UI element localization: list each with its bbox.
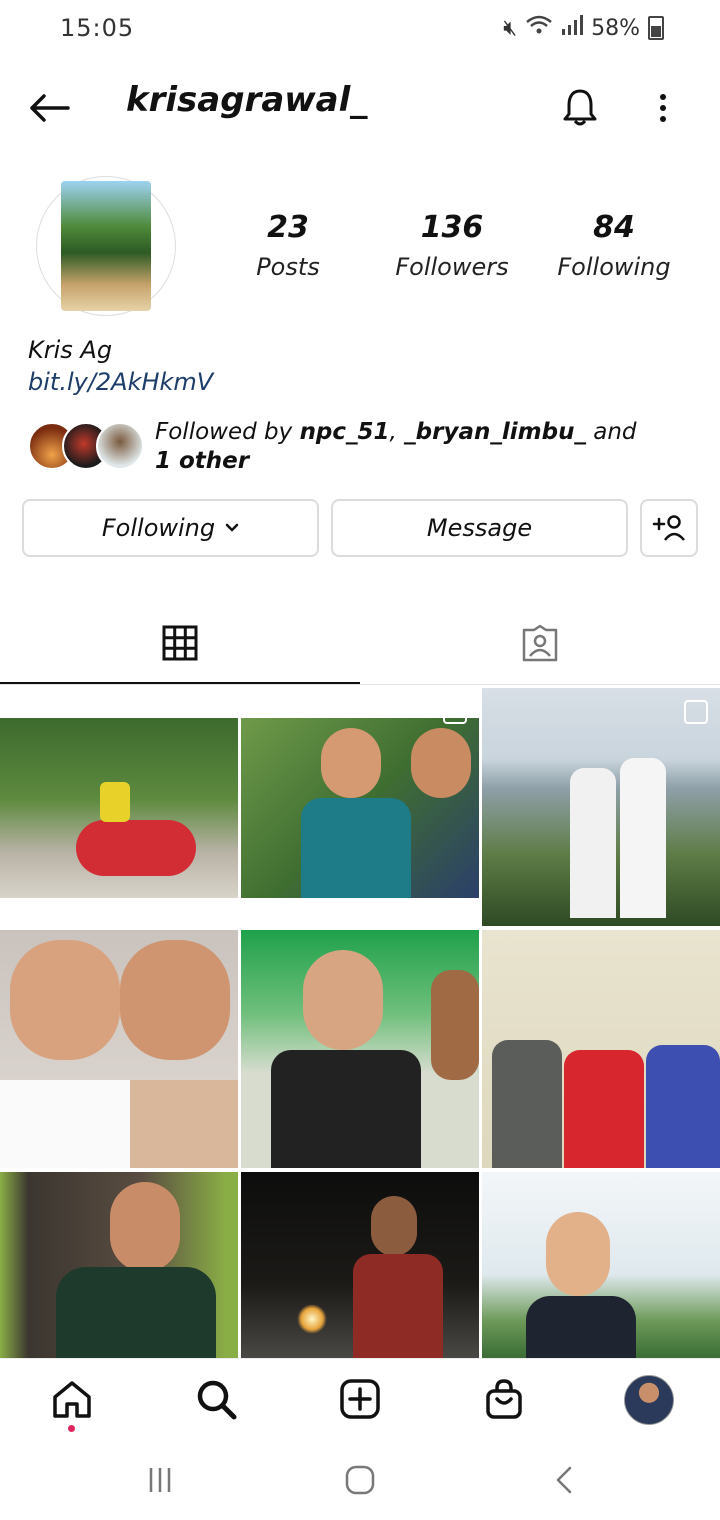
shirt-shape [271, 1050, 421, 1168]
signal-icon [561, 15, 584, 41]
post-thumbnail[interactable] [482, 1172, 720, 1358]
message-label: Message [426, 514, 533, 542]
multiple-photos-icon [443, 700, 467, 724]
followed-by-text[interactable]: Followed by npc_51, _bryan_limbu_ and 1 … [155, 418, 655, 476]
tagged-tab[interactable] [510, 618, 570, 668]
face-shape [431, 970, 479, 1080]
stat-following[interactable]: 84 Following [544, 210, 684, 281]
sweater-shape [56, 1267, 216, 1358]
notification-dot [68, 1425, 75, 1432]
stat-value: 84 [593, 210, 635, 245]
stat-label: Following [557, 253, 671, 281]
avatar-photo [61, 181, 151, 311]
follower-username: _bryan_limbu_ [404, 419, 586, 445]
profile-username: krisagrawal_ [126, 80, 368, 120]
following-label: Following [101, 514, 216, 542]
battery-label: 58% [591, 15, 640, 41]
person-shape [570, 768, 616, 918]
followed-by-suffix: and [585, 419, 637, 445]
tagged-icon [520, 624, 560, 662]
more-vertical-icon[interactable] [648, 88, 678, 128]
face-shape [411, 728, 471, 798]
recent-apps-icon[interactable] [140, 1462, 180, 1498]
face-shape [303, 950, 383, 1050]
mute-icon: 🔇︎ [503, 15, 518, 41]
shirt-shape [492, 1040, 562, 1168]
status-icons: 🔇︎ 58% [503, 14, 664, 42]
shop-icon[interactable] [480, 1375, 528, 1423]
suggest-users-button[interactable] [640, 499, 698, 557]
profile-avatar[interactable] [624, 1375, 674, 1425]
status-time: 15:05 [60, 14, 135, 42]
stat-followers[interactable]: 136 Followers [382, 210, 522, 281]
add-person-icon [652, 514, 686, 542]
following-button[interactable]: Following [22, 499, 319, 557]
stat-label: Posts [256, 253, 320, 281]
bio-link[interactable]: bit.ly/2AkHkmV [28, 368, 213, 396]
stat-value: 23 [267, 210, 309, 245]
post-thumbnail[interactable] [0, 688, 238, 926]
chevron-down-icon [225, 523, 239, 533]
wifi-icon [525, 14, 553, 42]
shirt-shape [130, 1080, 238, 1168]
face-shape [371, 1196, 417, 1256]
home-icon[interactable] [48, 1375, 96, 1423]
battery-icon [648, 16, 664, 40]
back-arrow-icon[interactable] [26, 86, 72, 130]
motorbike-shape [76, 820, 196, 876]
grid-icon [162, 625, 198, 661]
face-shape [110, 1182, 180, 1272]
face-shape [321, 728, 381, 798]
face-shape [546, 1212, 610, 1296]
stat-value: 136 [420, 210, 484, 245]
grid-tab[interactable] [150, 618, 210, 668]
bottom-navigation [0, 1358, 720, 1441]
person-shape [100, 782, 130, 822]
tab-divider [0, 684, 720, 685]
bio-name: Kris Ag [28, 336, 113, 364]
post-thumbnail[interactable] [0, 930, 238, 1168]
post-thumbnail[interactable] [241, 930, 479, 1168]
follower-username: npc_51 [299, 419, 390, 445]
post-thumbnail[interactable] [241, 688, 479, 926]
shirt-shape [0, 1080, 130, 1168]
add-post-icon[interactable] [336, 1375, 384, 1423]
face-shape [120, 940, 230, 1060]
followed-by-prefix: Followed by [155, 419, 300, 445]
shirt-shape [526, 1296, 636, 1358]
multiple-photos-icon [684, 700, 708, 724]
shirt-shape [353, 1254, 443, 1358]
follower-avatar [96, 422, 144, 470]
shirt-shape [646, 1045, 720, 1168]
bell-icon[interactable] [558, 84, 602, 130]
followers-avatars[interactable] [28, 422, 144, 470]
post-thumbnail[interactable] [0, 1172, 238, 1358]
search-icon[interactable] [192, 1375, 240, 1423]
post-thumbnail[interactable] [241, 1172, 479, 1358]
jacket-shape [301, 798, 411, 898]
back-button-icon[interactable] [544, 1462, 584, 1498]
profile-avatar[interactable] [36, 176, 176, 316]
shirt-shape [564, 1050, 644, 1168]
post-thumbnail[interactable] [482, 930, 720, 1168]
person-shape [620, 758, 666, 918]
followed-by-other: 1 other [155, 448, 250, 474]
stat-label: Followers [395, 253, 509, 281]
active-tab-indicator [0, 682, 360, 684]
post-thumbnail[interactable] [482, 688, 720, 926]
stat-posts[interactable]: 23 Posts [218, 210, 358, 281]
sparkler-shape [297, 1304, 327, 1334]
home-button-icon[interactable] [340, 1462, 380, 1498]
system-navigation [0, 1440, 720, 1520]
message-button[interactable]: Message [331, 499, 628, 557]
face-shape [10, 940, 120, 1060]
followed-by-sep: , [389, 419, 405, 445]
